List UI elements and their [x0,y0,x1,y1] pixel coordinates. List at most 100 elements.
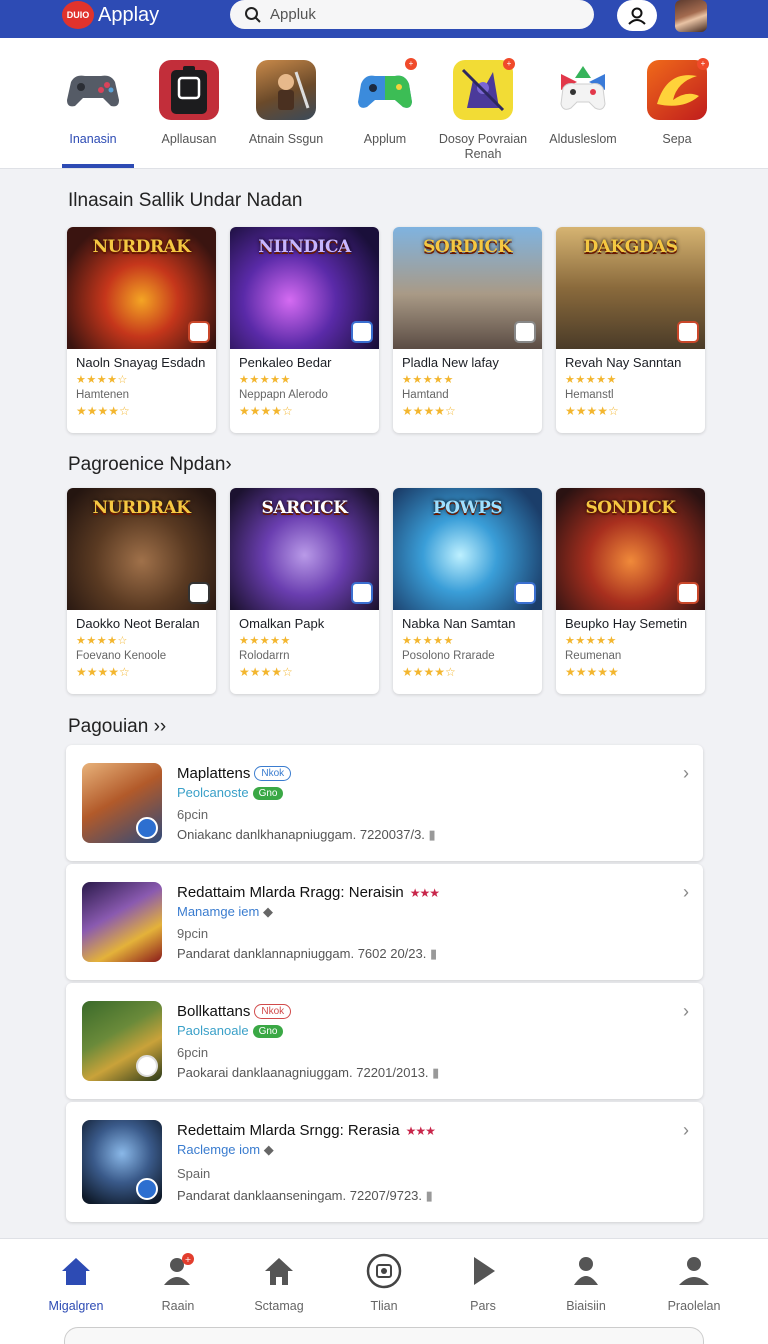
list-item[interactable]: Redattaim Mlarda Rragg: Neraisin ★★★ Mana… [66,864,703,980]
chevron-right-icon[interactable]: › [683,1120,689,1141]
game-art: NURDRAK [67,227,216,349]
install-icon [514,582,536,604]
top-bar: DUIO Applay Appluk [0,0,768,38]
account-icon [628,7,646,25]
app-meta: Pandarat danklannapniuggam. 7602 20/23. [177,946,427,961]
section-title: Ilnasain Sallik Undar Nadan [68,190,303,211]
install-icon [351,321,373,343]
tag-icon: ◆ [263,1142,274,1157]
category-applum[interactable]: + Applum [335,58,435,147]
category-dosoy-povraian-renah[interactable]: + Dosoy Povraian Renah [433,58,533,162]
camera-icon [366,1253,402,1289]
nav-pars[interactable]: Pars [433,1253,533,1313]
game-card[interactable]: SARCICK Omalkan Papk ★★★★★ Rolodarrn ★★★… [230,488,379,694]
nav-label: Pars [470,1299,496,1313]
game-art-title: SARCICK [261,498,348,518]
app-category: Raclemge iom [177,1142,261,1157]
nav-label: Raain [161,1299,195,1313]
lock-icon: ▮ [425,1188,433,1203]
app-title: Redattaim Mlarda Rragg: Neraisin [177,884,404,901]
app-meta: Oniakanc danlkhanapniuggam. 7220037/3. [177,827,425,842]
nav-biaisiin[interactable]: Biaisiin [536,1253,636,1313]
game-card[interactable]: NURDRAK Daokko Neot Beralan ★★★★☆ Foevan… [67,488,216,694]
account-button[interactable] [617,0,657,31]
game-art: NURDRAK [67,488,216,610]
rating-stars: ★★★★★ [565,635,617,647]
search-placeholder: Appluk [270,6,316,23]
game-name: Nabka Nan Samtan [402,616,516,631]
status-badge: Gno [252,787,284,800]
game-card[interactable]: POWPS Nabka Nan Samtan ★★★★★ Posolono Rr… [393,488,542,694]
nav-label: Biaisiin [566,1299,606,1313]
category-apllausan[interactable]: Apllausan [139,60,239,147]
game-art-title: NURDRAK [92,498,191,518]
game-card[interactable]: NURDRAK Naoln Snayag Esdadn ★★★★☆ Hamten… [67,227,216,433]
tag-icon: ◆ [263,904,273,919]
nav-label: Sctamag [254,1299,304,1313]
game-developer: Posolono Rrarade [402,650,495,662]
avatar[interactable] [675,0,707,32]
app-title: Maplattens [177,765,251,782]
app-size: 9pcin [177,926,209,941]
bottom-dock [64,1327,704,1344]
category-aldusleslom[interactable]: Aldusleslom [533,60,633,147]
list-item[interactable]: Redettaim Mlarda Srngg: Rerasia ★★★ Racle… [66,1102,703,1222]
app-category: Paolsanoale [177,1023,249,1038]
chevron-right-icon[interactable]: › [683,882,689,903]
active-tab-indicator [62,164,134,168]
category-atnain-ssgun[interactable]: Atnain Ssgun [236,60,336,147]
rating-stars: ★★★ [405,1124,436,1138]
game-developer: Neppapn Alerodo [239,389,328,401]
section-title[interactable]: Pagroenice Npdan› [68,454,232,476]
game-card[interactable]: DAKGDAS Revah Nay Sanntan ★★★★★ Hemanstl… [556,227,705,433]
lock-icon: ▮ [428,827,436,842]
nav-praolelan[interactable]: Praolelan [644,1253,744,1313]
search-input[interactable]: Appluk [230,0,594,29]
game-name: Naoln Snayag Esdadn [76,355,206,370]
puzzle-controller-icon [553,60,613,120]
app-category: Peolcanoste [177,785,249,800]
app-logo[interactable]: DUIO Applay [62,0,159,30]
list-item[interactable]: Maplattens Nkok Peolcanoste Gno 6pcin Onia… [66,745,703,861]
game-name: Omalkan Papk [239,616,325,631]
label-pill: Nkok [254,766,292,781]
nav-label: Migalgren [48,1299,104,1313]
chevron-right-icon[interactable]: › [683,1001,689,1022]
section-title[interactable]: Pagouian ›› [68,716,166,738]
rating-stars: ★★★★☆ [239,665,293,679]
install-icon [514,321,536,343]
device-icon [159,60,219,120]
install-icon [188,321,210,343]
nav-migalgren[interactable]: Migalgren [26,1253,126,1313]
game-developer: Reumenan [565,650,622,662]
rating-stars: ★★★★★ [565,374,617,386]
game-card[interactable]: NIINDICA Penkaleo Bedar ★★★★★ Neppapn Al… [230,227,379,433]
profile-icon [676,1253,712,1289]
game-name: Beupko Hay Semetin [565,616,688,631]
game-card[interactable]: SORDICK Pladla New lafay ★★★★★ Hamtand ★… [393,227,542,433]
game-art-title: SONDICK [585,498,676,518]
nav-sctamag[interactable]: Sctamag [229,1253,329,1313]
game-name: Pladla New lafay [402,355,499,370]
game-art-title: NIINDICA [258,237,351,257]
user-alert-icon: + [160,1253,196,1289]
install-icon [677,582,699,604]
category-label: Apllausan [161,132,217,146]
game-card[interactable]: SONDICK Beupko Hay Semetin ★★★★★ Reumena… [556,488,705,694]
list-item[interactable]: Bollkattans Nkok Paolsanoale Gno 6pcin Pao… [66,983,703,1099]
game-name: Revah Nay Sanntan [565,355,682,370]
category-label: Dosoy Povraian Renah [438,132,528,161]
game-developer: Hemanstl [565,389,614,401]
install-icon [188,582,210,604]
chevron-right-icon[interactable]: › [683,763,689,784]
rating-stars: ★★★★☆ [402,665,456,679]
lock-icon: ▮ [430,946,438,961]
logo-badge: DUIO [62,1,94,29]
category-sepa[interactable]: + Sepa [627,58,727,147]
nav-tlian[interactable]: Tlian [334,1253,434,1313]
game-art-title: SORDICK [423,237,512,257]
nav-raain[interactable]: + Raain [128,1253,228,1313]
category-inanasin[interactable]: Inanasin [43,60,143,147]
new-badge: + [697,58,709,70]
rating-stars: ★★★★☆ [402,404,456,418]
